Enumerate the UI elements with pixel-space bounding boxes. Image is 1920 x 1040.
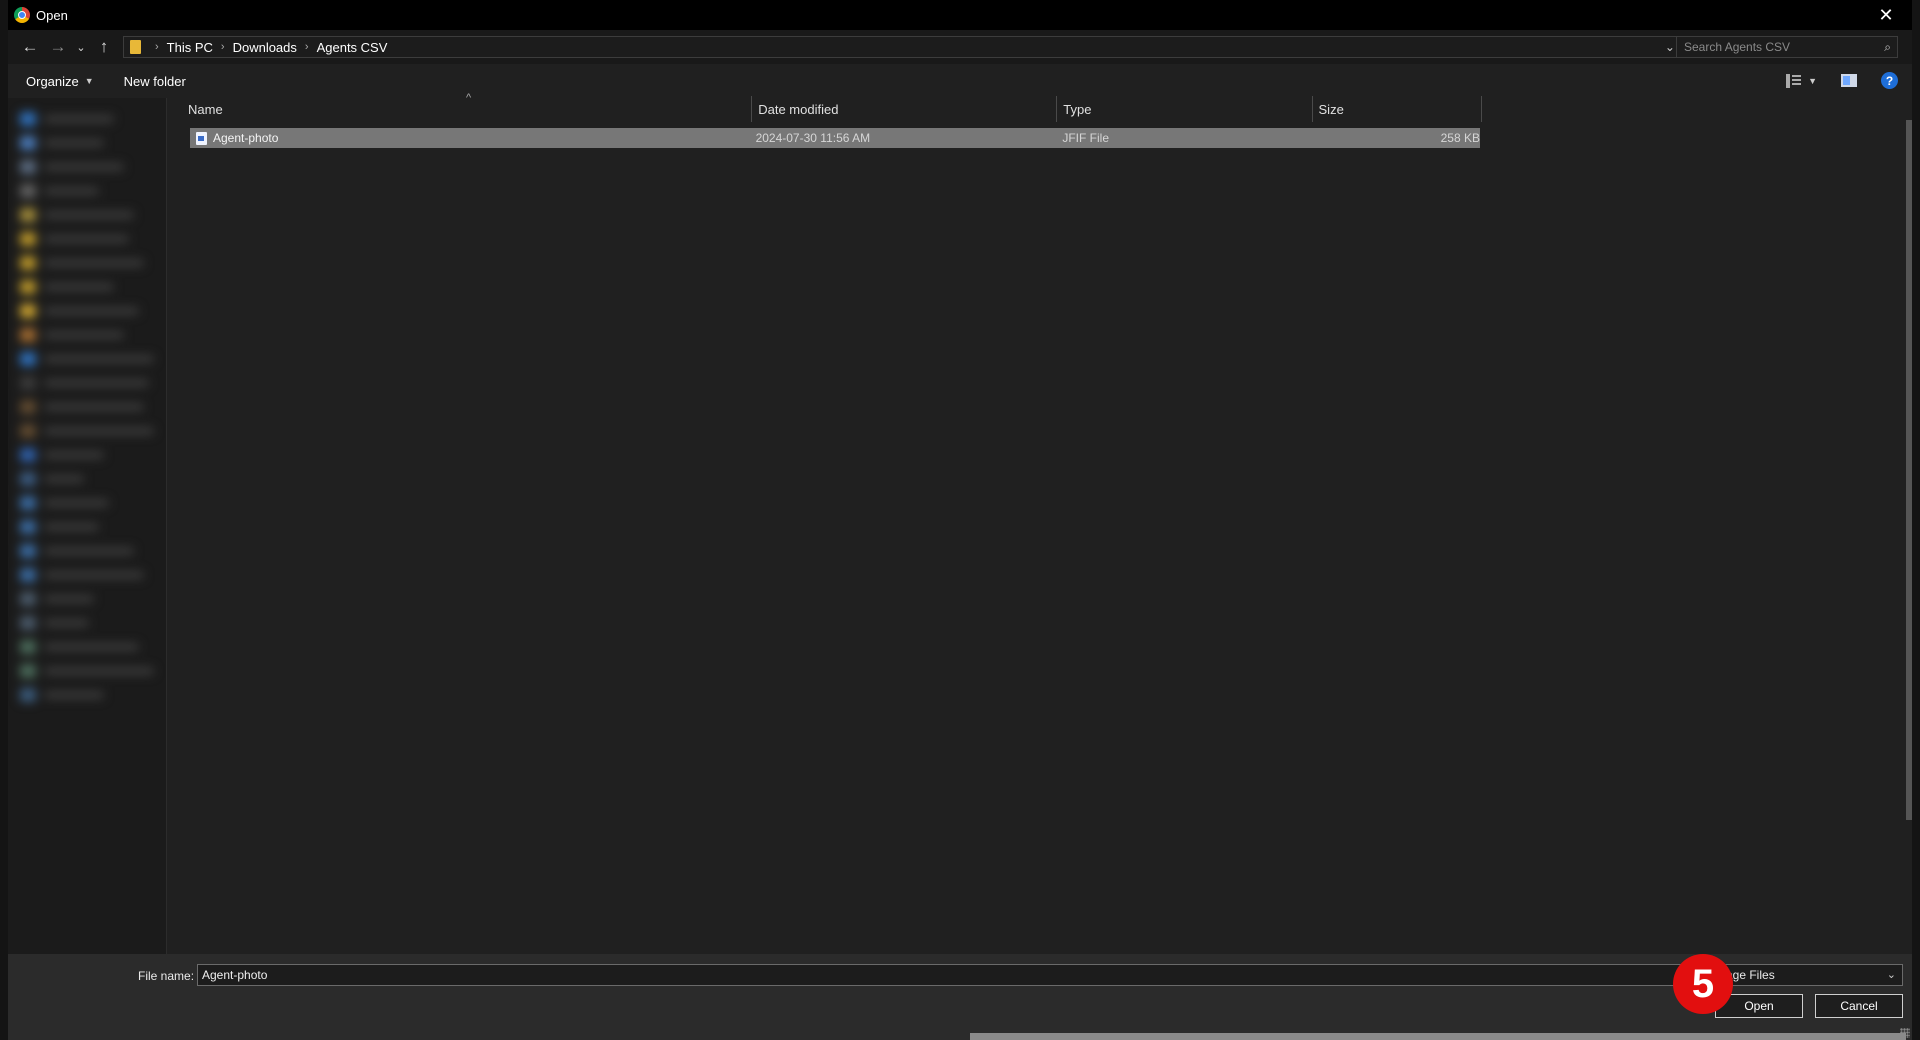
folder-icon [130, 40, 141, 54]
breadcrumb-this-pc[interactable]: This PC [167, 40, 213, 55]
file-type-value: age Files [1726, 968, 1775, 982]
search-box: ⌕ [1676, 36, 1898, 58]
file-type-select[interactable]: age Files ⌄ [1713, 964, 1903, 986]
breadcrumb-agents-csv[interactable]: Agents CSV [317, 40, 388, 55]
recent-locations-button[interactable]: ⌄ [72, 33, 90, 61]
column-headers: Name Date modified Type Size [182, 96, 1482, 122]
window-title: Open [36, 7, 68, 23]
close-button[interactable]: ✕ [1866, 0, 1906, 30]
details-view-icon [1786, 73, 1802, 88]
search-icon[interactable]: ⌕ [1884, 40, 1891, 55]
new-folder-button[interactable]: New folder [124, 74, 186, 89]
file-name-label: File name: [138, 969, 195, 983]
file-row-selected[interactable]: Agent-photo 2024-07-30 11:56 AM JFIF Fil… [190, 128, 1480, 148]
file-list[interactable]: ^ Name Date modified Type Size Agent-pho… [182, 92, 1482, 946]
title-bar: Open ✕ [8, 0, 1912, 30]
breadcrumb-downloads[interactable]: Downloads [233, 40, 297, 55]
back-button[interactable]: ← [16, 33, 44, 61]
file-date-modified: 2024-07-30 11:56 AM [755, 131, 871, 145]
organize-button[interactable]: Organize ▼ [26, 74, 94, 89]
step-number-badge: 5 [1673, 954, 1733, 1014]
file-size: 258 KB [1440, 131, 1480, 145]
open-file-dialog: Open ✕ ← → ⌄ ↑ › This PC › Downloads › A… [0, 0, 1920, 1040]
address-bar[interactable]: › This PC › Downloads › Agents CSV ⌄ ↻ [123, 36, 1698, 58]
chrome-app-icon [14, 7, 30, 23]
command-bar: Organize ▼ New folder ▼ ? [8, 64, 1912, 98]
breadcrumb-separator: › [155, 41, 159, 53]
image-file-icon [196, 131, 207, 145]
help-icon[interactable]: ? [1881, 72, 1898, 89]
horizontal-scrollbar[interactable] [970, 1033, 1906, 1040]
up-button[interactable]: ↑ [90, 33, 118, 61]
column-header-name[interactable]: Name [182, 96, 753, 122]
preview-pane-icon[interactable] [1841, 74, 1857, 87]
forward-button[interactable]: → [44, 33, 72, 61]
file-name-input[interactable] [197, 964, 1717, 986]
column-header-type[interactable]: Type [1057, 96, 1313, 122]
vertical-scrollbar[interactable] [1906, 120, 1912, 820]
breadcrumb-separator: › [304, 41, 309, 53]
dialog-footer: File name: age Files ⌄ 5 Open Cancel [8, 954, 1912, 1040]
address-dropdown-icon[interactable]: ⌄ [1665, 40, 1675, 54]
navigation-pane[interactable] [8, 98, 166, 954]
file-type: JFIF File [1062, 131, 1109, 145]
column-header-date-modified[interactable]: Date modified [752, 96, 1058, 122]
change-view-button[interactable]: ▼ [1786, 73, 1817, 88]
file-name: Agent-photo [212, 131, 279, 145]
caret-down-icon: ▼ [84, 76, 94, 86]
navigation-bar: ← → ⌄ ↑ › This PC › Downloads › Agents C… [8, 30, 1912, 64]
caret-down-icon: ▼ [1808, 75, 1817, 86]
column-header-size[interactable]: Size [1313, 96, 1482, 122]
view-controls: ▼ ? [1786, 72, 1898, 89]
cancel-button[interactable]: Cancel [1815, 994, 1903, 1018]
blurred-sidebar-content [20, 110, 166, 810]
pane-divider[interactable] [166, 98, 167, 954]
chevron-down-icon: ⌄ [1886, 969, 1896, 981]
breadcrumb-separator: › [220, 41, 225, 53]
search-input[interactable] [1684, 40, 1864, 54]
organize-label: Organize [26, 73, 79, 89]
